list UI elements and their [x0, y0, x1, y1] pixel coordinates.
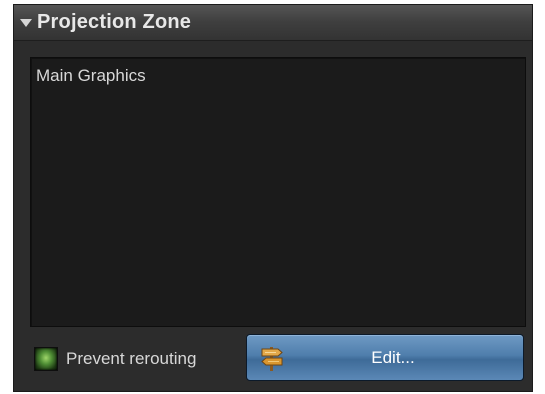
edit-button-label: Edit... — [371, 348, 415, 367]
panel-header[interactable]: Projection Zone — [14, 5, 532, 41]
list-item[interactable]: Main Graphics — [36, 66, 146, 86]
edit-button[interactable]: Edit... — [246, 334, 524, 381]
panel-footer: Prevent rerouting Edit... — [14, 333, 532, 387]
panel-title: Projection Zone — [37, 11, 192, 33]
prevent-rerouting-checkbox-group[interactable]: Prevent rerouting — [34, 346, 196, 372]
zone-list[interactable]: Main Graphics — [30, 57, 526, 327]
prevent-rerouting-checkbox[interactable] — [34, 347, 58, 371]
projection-zone-panel: Projection Zone Main Graphics Prevent re… — [13, 4, 533, 392]
signpost-icon — [261, 347, 283, 371]
triangle-down-icon[interactable] — [20, 18, 32, 27]
prevent-rerouting-label[interactable]: Prevent rerouting — [66, 349, 196, 369]
